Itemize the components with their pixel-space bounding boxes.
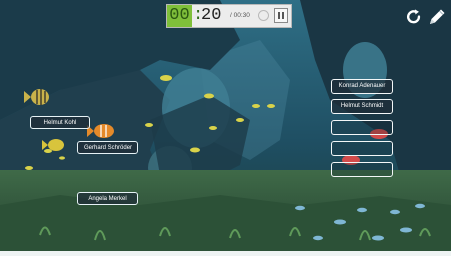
name-card[interactable]: Helmut Kohl [30, 116, 90, 129]
game-stage: 00 : 20 / 00:30 Helmut Kohl Gerhard Schr… [0, 0, 451, 256]
timer-minutes: 00 [167, 5, 192, 27]
name-card[interactable]: Angela Merkel [77, 192, 138, 205]
pencil-icon[interactable] [427, 7, 447, 27]
refresh-icon[interactable] [405, 8, 423, 26]
timer-bar: 00 : 20 / 00:30 [166, 4, 292, 28]
answer-slot[interactable] [331, 141, 393, 156]
answer-slot[interactable] [331, 120, 393, 135]
answer-slot[interactable] [331, 162, 393, 177]
timer-seconds: 20 [201, 6, 222, 25]
timer-reset-icon[interactable] [258, 10, 269, 21]
name-card[interactable]: Gerhard Schröder [77, 141, 138, 154]
answer-slot[interactable]: Konrad Adenauer [331, 79, 393, 94]
timer-limit: / 00:30 [230, 12, 250, 19]
pause-button[interactable] [274, 8, 288, 23]
answer-slot[interactable]: Helmut Schmidt [331, 99, 393, 114]
